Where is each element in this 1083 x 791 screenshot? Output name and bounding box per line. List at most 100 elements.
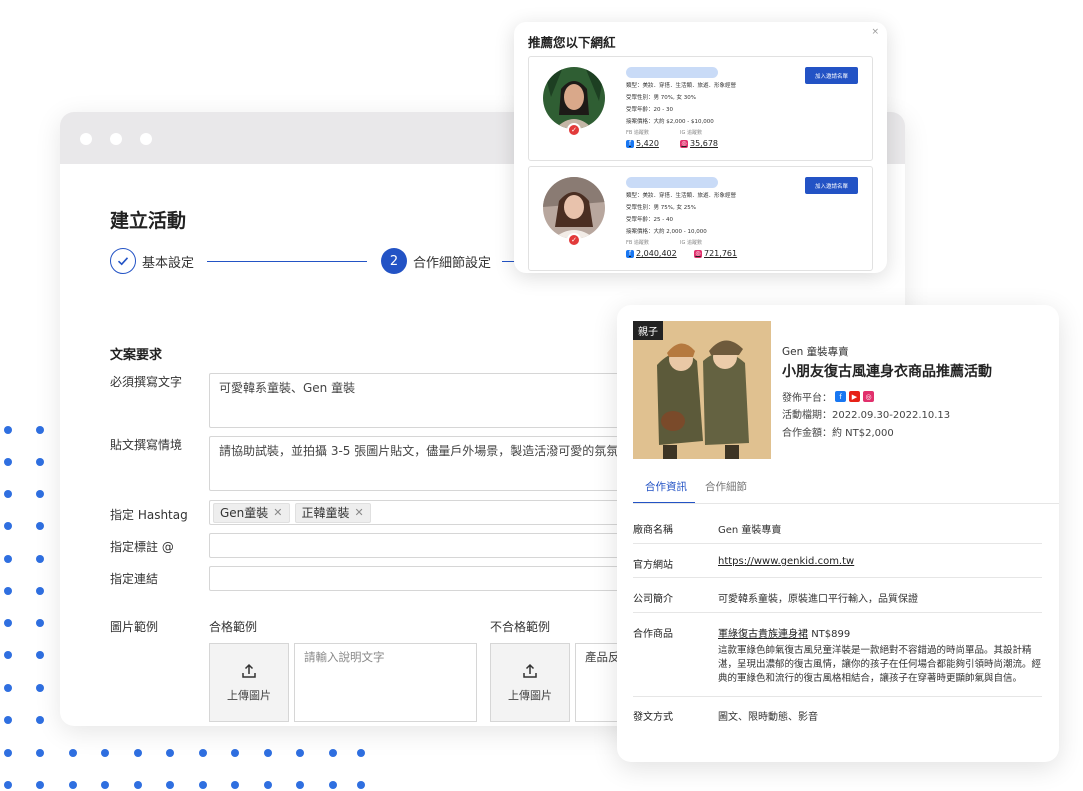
tab-cooperation-info[interactable]: 合作資訊 [645,479,687,494]
publish-platforms: 發佈平台： f ▶ ◎ [782,389,874,404]
bad-upload-button[interactable]: 上傳圖片 [490,643,570,722]
window-dot [110,133,122,145]
section-title: 文案要求 [110,348,163,363]
add-invite-button[interactable]: 加入邀請名單 [805,67,858,84]
decorative-dot [166,781,174,789]
fb-follower-count[interactable]: f 2,040,402 [626,249,677,258]
price-range: 接案價格：大約 $2,000 - $10,000 [626,119,714,125]
fb-follower-count[interactable]: f 5,420 [626,139,659,148]
window-dot [80,133,92,145]
detail-tabs: 合作資訊 合作細節 [633,473,1043,504]
decorative-dot [4,619,12,627]
hashtag-chip[interactable]: Gen童裝 ✕ [213,502,290,523]
name-placeholder [626,67,718,78]
product-key: 合作商品 [633,629,673,640]
ig-follower-label: IG 追蹤數 [680,130,702,136]
influencer-card[interactable]: ✓ 類型：美妝．穿搭．生活類．旅遊．形象經營 受眾性別：男 70%, 女 30%… [528,56,873,161]
website-link[interactable]: https://www.genkid.com.tw [718,556,854,567]
decorative-dot [296,749,304,757]
step-number: 2 [381,248,407,274]
mention-label: 指定標註 @ [110,540,174,554]
decorative-dot [4,555,12,563]
website-url[interactable]: https://www.genkid.com.tw [718,556,854,567]
mention-input[interactable] [209,533,629,558]
decorative-dot [4,587,12,595]
category-tag: 親子 [633,321,663,340]
upload-label: 上傳圖片 [227,688,271,702]
instagram-icon: ◎ [680,139,688,148]
image-example-label: 圖片範例 [110,620,159,634]
link-input[interactable] [209,566,629,591]
influencer-card[interactable]: ✓ 類型：美妝．穿搭．生活類．旅遊．形象經營 受眾性別：男 75%, 女 25%… [528,166,873,271]
campaign-photo: 親子 [633,321,771,459]
price-range: 接案價格：大約 2,000 - 10,000 [626,229,707,235]
influencer-type: 類型：美妝．穿搭．生活類．旅遊．形象經營 [626,83,737,89]
website-key: 官方網站 [633,560,673,571]
avatar [543,67,605,129]
brand-name-value: Gen 童裝專賣 [718,525,782,536]
good-desc-input[interactable]: 請輸入說明文字 [294,643,477,722]
product-price: NT$899 [811,629,851,640]
ig-follower-count[interactable]: ◎ 35,678 [680,139,718,148]
decorative-dot [264,749,272,757]
decorative-dot [357,781,365,789]
close-icon[interactable]: ✕ [273,506,282,519]
decorative-dot [36,587,44,595]
product-link[interactable]: 軍綠復古貴族連身裙 [718,629,808,640]
good-example-label: 合格範例 [209,620,258,634]
upload-icon [242,663,256,678]
decorative-dot [199,781,207,789]
close-icon[interactable]: × [871,27,879,37]
link-label: 指定連結 [110,572,159,586]
decorative-dot [4,781,12,789]
instagram-icon: ◎ [863,391,874,402]
step-cooperation-details[interactable]: 2 合作細節設定 [381,248,491,274]
decorative-dot [4,490,12,498]
campaign-title: 小朋友復古風連身衣商品推薦活動 [782,364,992,380]
decorative-dot [329,749,337,757]
decorative-dot [166,749,174,757]
facebook-icon: f [626,249,634,258]
decorative-dot [296,781,304,789]
decorative-dot [4,716,12,724]
decorative-dot [36,555,44,563]
decorative-dot [231,749,239,757]
decorative-dot [101,781,109,789]
brand-name-key: 廠商名稱 [633,525,673,536]
decorative-dot [36,684,44,692]
influencer-type: 類型：美妝．穿搭．生活類．旅遊．形象經營 [626,193,737,199]
product-value: 軍綠復古貴族連身裙 NT$899 [718,625,850,640]
fb-count: 2,040,402 [636,249,677,258]
hashtag-chip[interactable]: 正韓童裝 ✕ [294,502,371,523]
step-connector [207,261,367,262]
ig-follower-count[interactable]: ◎ 721,761 [694,249,737,258]
close-icon[interactable]: ✕ [355,506,364,519]
divider [633,543,1042,544]
required-text-field[interactable]: 可愛韓系童裝、Gen 童裝 [209,373,629,428]
hashtag-text: Gen童裝 [220,506,269,520]
hashtag-input[interactable]: Gen童裝 ✕ 正韓童裝 ✕ [209,500,629,525]
post-context-field[interactable]: 請協助試裝，並拍攝 3-5 張圖片貼文，儘量戶外場景，製造活潑可愛的氛氛。 [209,436,629,491]
window-dot [140,133,152,145]
fb-count: 5,420 [636,139,659,148]
audience-gender: 受眾性別：男 75%, 女 25% [626,205,696,211]
decorative-dot [264,781,272,789]
youtube-icon: ▶ [849,391,860,402]
facebook-icon: f [626,139,634,148]
campaign-period: 活動檔期：2022.09.30-2022.10.13 [782,410,951,421]
decorative-dot [134,749,142,757]
campaign-detail-card: 親子 Gen 童裝專賣 小朋友復古風連身衣商品推薦活動 發佈平台： f ▶ ◎ … [617,305,1059,762]
decorative-dot [329,781,337,789]
tab-cooperation-details[interactable]: 合作細節 [705,479,747,494]
good-upload-button[interactable]: 上傳圖片 [209,643,289,722]
add-invite-button[interactable]: 加入邀請名單 [805,177,858,194]
campaign-brand: Gen 童裝專賣 [782,346,849,358]
step-basic-settings[interactable]: 基本設定 [110,248,194,274]
divider [633,696,1042,697]
decorative-dot [357,749,365,757]
fb-follower-label: FB 追蹤數 [626,130,649,136]
decorative-dot [134,781,142,789]
step-label: 基本設定 [142,255,195,271]
decorative-dot [36,458,44,466]
divider [633,503,1059,504]
